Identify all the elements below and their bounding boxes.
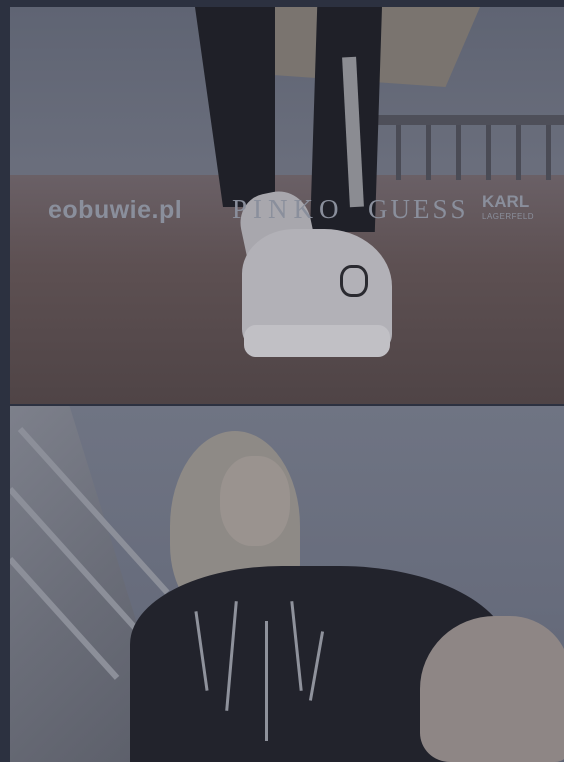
guess-logo: GUESS	[368, 194, 469, 224]
sneaker-sole	[244, 325, 390, 357]
pier-post	[456, 125, 461, 180]
model-knee	[420, 616, 564, 762]
brand-logos-strip: eobuwie.pl PINKO GUESS KARL LAGERFELD	[10, 190, 564, 230]
print-stroke	[308, 631, 325, 701]
print-stroke	[265, 621, 268, 741]
karl-lagerfeld-logo: KARL LAGERFELD	[482, 193, 535, 224]
karl-logo-subtext: LAGERFELD	[482, 212, 535, 221]
pinko-logo: PINKO	[232, 194, 345, 224]
print-stroke	[194, 611, 209, 691]
pier-deck	[354, 115, 564, 125]
model-face	[220, 456, 290, 546]
pier-post	[546, 125, 551, 180]
eobuwie-logo: eobuwie.pl	[48, 196, 183, 224]
print-stroke	[225, 601, 238, 711]
print-stroke	[290, 601, 303, 691]
pier-post	[426, 125, 431, 180]
pier-post	[486, 125, 491, 180]
pier-image	[354, 115, 564, 180]
sneaker-logo-patch	[340, 265, 368, 297]
page: eobuwie.pl PINKO GUESS KARL LAGERFELD	[0, 0, 564, 762]
sweater-print	[190, 601, 330, 751]
promo-banner-sweater[interactable]	[10, 406, 564, 762]
pier-post	[396, 125, 401, 180]
pier-post	[516, 125, 521, 180]
